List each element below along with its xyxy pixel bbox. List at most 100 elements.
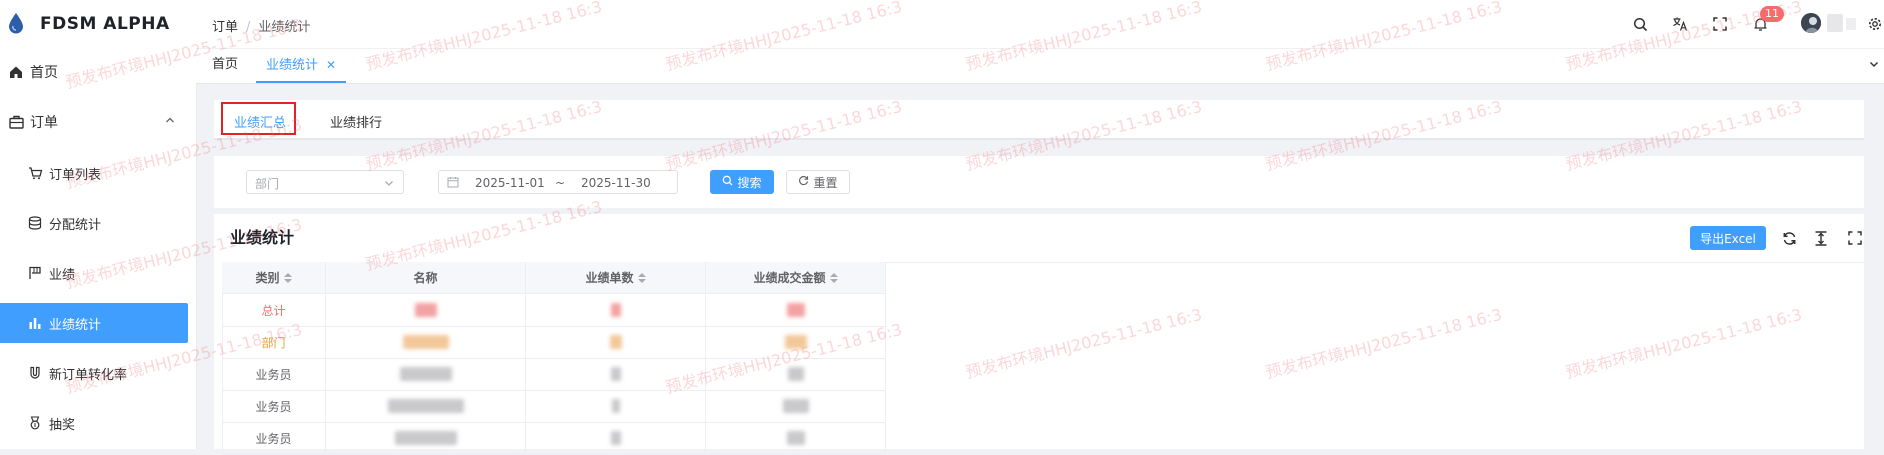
category-cell: 业务员: [222, 358, 326, 390]
export-excel-button[interactable]: 导出Excel: [1690, 226, 1766, 250]
column-header-amount[interactable]: 业绩成交金额: [706, 262, 886, 294]
tab-label: 首页: [212, 57, 239, 72]
magnet-icon: [27, 365, 43, 381]
highlight-box: [221, 102, 296, 135]
app-title: FDSM ALPHA: [40, 14, 170, 34]
calendar-icon: [447, 176, 459, 191]
sidebar-item-label: 首页: [30, 65, 58, 81]
subtab-ranking[interactable]: 业绩排行: [330, 112, 382, 131]
tab-home[interactable]: 首页: [202, 49, 248, 81]
reset-button-label: 重置: [813, 175, 838, 190]
department-placeholder: 部门: [255, 177, 280, 191]
table-title: 业绩统计: [230, 228, 295, 247]
refresh-icon: [798, 175, 809, 189]
notification-badge: 11: [1760, 6, 1784, 22]
chevron-down-icon: [383, 177, 395, 193]
count-cell-redacted: [526, 358, 706, 390]
sidebar-item-order-list[interactable]: 订单列表: [0, 153, 196, 193]
breadcrumb-item[interactable]: 订单: [212, 20, 238, 35]
bar-chart-icon: [27, 315, 43, 331]
fullscreen-icon[interactable]: [1710, 14, 1730, 34]
column-header-category[interactable]: 类别: [222, 262, 326, 294]
database-icon: [27, 215, 43, 231]
tab-label: 业绩统计: [266, 58, 319, 73]
date-range-picker[interactable]: 2025-11-01 ~ 2025-11-30: [438, 170, 678, 194]
category-cell: 业务员: [222, 422, 326, 454]
close-icon[interactable]: ✕: [326, 58, 336, 72]
drop-logo-icon: [9, 13, 23, 34]
table-row[interactable]: 部门: [222, 326, 886, 359]
fullscreen-icon[interactable]: [1846, 229, 1864, 247]
logo[interactable]: FDSM ALPHA: [0, 0, 196, 48]
sidebar-item-conversion-rate[interactable]: 新订单转化率: [0, 353, 196, 393]
sidebar-item-allocation-stats[interactable]: 分配统计: [0, 203, 196, 243]
sidebar-item-orders[interactable]: 订单: [0, 102, 196, 142]
sidebar-item-label: 抽奖: [49, 417, 76, 433]
sidebar-item-label: 新订单转化率: [49, 367, 128, 383]
table-row[interactable]: 总计: [222, 294, 886, 327]
breadcrumb-current: 业绩统计: [258, 20, 311, 35]
date-end[interactable]: 2025-11-30: [581, 176, 651, 190]
column-header-label: 业绩成交金额: [753, 271, 826, 285]
table-row[interactable]: 业务员: [222, 358, 886, 391]
tabs-bar: 首页 业绩统计 ✕: [196, 48, 1884, 84]
amount-cell-redacted: [706, 422, 886, 454]
column-height-icon[interactable]: [1812, 229, 1830, 247]
table-row[interactable]: 业务员: [222, 422, 886, 455]
category-cell: 总计: [222, 294, 326, 326]
sidebar-item-label: 订单列表: [49, 167, 102, 183]
name-cell-redacted: [326, 422, 526, 454]
sidebar: FDSM ALPHA 首页 订单 订单列表 分配统计 业绩 业绩统计 新订单转化…: [0, 0, 197, 449]
sidebar-item-label: 业绩: [49, 267, 76, 283]
home-icon: [8, 64, 24, 80]
sort-icon[interactable]: [283, 272, 292, 283]
search-button[interactable]: 搜索: [710, 170, 774, 194]
department-select[interactable]: 部门: [246, 170, 404, 194]
search-icon[interactable]: [1630, 14, 1650, 34]
column-header-order-count[interactable]: 业绩单数: [526, 262, 706, 294]
subtabs-panel: [214, 100, 1864, 140]
sidebar-item-performance[interactable]: 业绩: [0, 253, 196, 293]
sort-icon[interactable]: [637, 272, 646, 283]
gear-icon[interactable]: [1868, 14, 1882, 34]
name-cell-redacted: [326, 326, 526, 358]
column-header-name: 名称: [326, 262, 526, 294]
chevron-down-icon[interactable]: [1868, 58, 1880, 74]
date-start[interactable]: 2025-11-01: [475, 176, 545, 190]
avatar[interactable]: [1801, 13, 1821, 33]
amount-cell-redacted: [706, 390, 886, 422]
sidebar-item-label: 业绩统计: [49, 317, 102, 333]
translate-icon[interactable]: [1670, 14, 1690, 34]
tab-performance-stats[interactable]: 业绩统计 ✕: [256, 49, 347, 83]
sort-icon[interactable]: [829, 272, 838, 283]
column-header-label: 类别: [255, 271, 280, 285]
amount-cell-redacted: [706, 294, 886, 326]
cart-icon: [27, 165, 43, 181]
name-cell-redacted: [326, 358, 526, 390]
user-name-redacted-extra: [1846, 18, 1856, 30]
table-row[interactable]: 业务员: [222, 390, 886, 423]
sidebar-item-home[interactable]: 首页: [0, 52, 196, 92]
count-cell-redacted: [526, 390, 706, 422]
sidebar-item-label: 订单: [30, 115, 58, 131]
name-cell-redacted: [326, 294, 526, 326]
category-cell: 业务员: [222, 390, 326, 422]
flag-icon: [27, 265, 43, 281]
search-icon: [722, 175, 733, 189]
count-cell-redacted: [526, 294, 706, 326]
user-name-redacted[interactable]: [1827, 14, 1843, 32]
column-header-label: 业绩单数: [585, 271, 634, 285]
refresh-icon[interactable]: [1780, 229, 1798, 247]
column-header-label: 名称: [413, 271, 438, 285]
sidebar-item-lottery[interactable]: 抽奖: [0, 403, 196, 443]
briefcase-icon: [8, 114, 24, 130]
amount-cell-redacted: [706, 326, 886, 358]
name-cell-redacted: [326, 390, 526, 422]
breadcrumb: 订单 / 业绩统计: [212, 16, 310, 35]
sidebar-item-label: 分配统计: [49, 217, 102, 233]
sidebar-item-performance-stats[interactable]: 业绩统计: [0, 303, 188, 343]
reset-button[interactable]: 重置: [786, 170, 850, 194]
date-separator: ~: [555, 176, 566, 190]
count-cell-redacted: [526, 326, 706, 358]
chevron-up-icon: [164, 114, 176, 130]
